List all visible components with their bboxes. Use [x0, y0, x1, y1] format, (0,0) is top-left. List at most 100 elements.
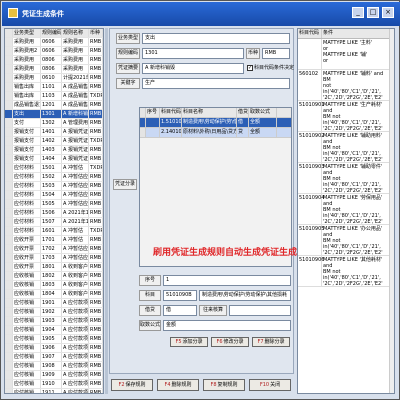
col-condition[interactable]: 条件 — [322, 29, 390, 38]
account-code-field[interactable]: 5101090B — [163, 290, 197, 301]
rule-list-row[interactable]: 应付材料1507A 2021年11月RMB — [5, 218, 103, 227]
rule-list-row[interactable]: 采购费用2 0606 采购费用 RMB — [5, 47, 103, 56]
rule-list-row[interactable]: 应收开票 1701 A 冲暂估 RMB — [5, 236, 103, 245]
rule-list-row[interactable]: 应付核销1902A 应付款项冲销RMB — [5, 308, 103, 317]
formula-field[interactable]: 金额 — [163, 320, 291, 331]
rule-list-row[interactable]: 应付核销1903A 应付款项冲销RMB — [5, 317, 103, 326]
rule-list-row[interactable]: 应付核销1908A 应付款项冲销RMB — [5, 362, 103, 371]
rule-list-row[interactable]: 应收开票1801A 收到客户回款RMB — [5, 263, 103, 272]
seq-label: 序号 — [139, 275, 161, 286]
rule-code-field[interactable]: 1301 — [142, 48, 244, 59]
seq-field[interactable]: 1 — [163, 275, 291, 286]
rule-code-label: 规则编码 — [116, 48, 140, 59]
rule-list-row[interactable]: 应付材料1503A 冲暂估应付款RMB — [5, 182, 103, 191]
rule-list-row[interactable]: 成品销售退货1201A 成品销售退货RMB — [5, 101, 103, 110]
col-formula[interactable]: 取数公式 — [249, 108, 277, 117]
maximize-button[interactable]: □ — [367, 7, 379, 18]
entry-row[interactable]: 2.14010010 原材料\外购\日用品\贷方 贷 全额 — [140, 128, 291, 138]
checkbox-check-icon: ✓ — [247, 64, 253, 71]
rule-list-row[interactable]: 应付材料 1501 A 冲暂估 TXDR — [5, 164, 103, 173]
condition-row[interactable]: 51010903 MATTYPE LIKE '辅助零件' and BM not i… — [298, 163, 394, 194]
copy-rule-button[interactable]: F8复制规则 — [203, 379, 245, 391]
condition-row[interactable]: 51010906 MATTYPE LIKE '其他耗材' and BM not i… — [298, 256, 394, 287]
add-entry-button[interactable]: F5添加分录 — [170, 337, 208, 347]
rule-list-row[interactable]: 应付核销1906A 应付款项冲销RMB — [5, 344, 103, 353]
col-rule-name[interactable]: 规则名称 — [62, 29, 89, 37]
rule-list-row[interactable]: 应付材料1504A 冲暂估应付款RMB — [5, 191, 103, 200]
rule-list-row[interactable]: 报销支付 1404 A 报销凭证 RMB — [5, 155, 103, 164]
rule-list-row[interactable]: 应付核销1907A 应付款项冲销RMB — [5, 353, 103, 362]
col-condition-code[interactable]: 科目代码 — [298, 29, 322, 38]
close-button[interactable]: × — [382, 7, 394, 18]
rule-list-row[interactable]: 应付材料1505A 冲暂估应付款RMB — [5, 200, 103, 209]
rule-list-row[interactable]: 应收开票1703A 冲暂估应收RMB — [5, 254, 103, 263]
account-condition-checkbox[interactable]: ✓ 科目代码条件决定 — [247, 64, 294, 73]
condition-scrollbar[interactable] — [389, 29, 394, 393]
condition-row[interactable]: 560102 MATTYPE LIKE '辅料' and BM not in('4… — [298, 70, 394, 101]
keyword-label: 关键字 — [116, 78, 140, 89]
rule-list-row[interactable]: 应付材料1502A 冲暂估应付款RMB — [5, 173, 103, 182]
rule-list-row[interactable]: 应付核销1910A 应付款项冲销RMB — [5, 380, 103, 389]
condition-table[interactable]: 科目代码 条件 MATTYPE LIKE '主料' or MATTYPE LIK… — [297, 28, 395, 394]
keyword-field[interactable]: 生产 — [142, 78, 290, 89]
debit-credit-field[interactable]: 借 — [163, 305, 197, 316]
close-dialog-button[interactable]: F10关闭 — [249, 379, 291, 391]
col-debit-credit[interactable]: 借贷 — [237, 108, 249, 117]
rule-list-row[interactable]: 销售出库1101A 成品销售出库RMB — [5, 83, 103, 92]
rule-list-row[interactable]: 应付核销1911A 应付款项冲销RMB — [5, 389, 103, 393]
condition-row[interactable]: 51010901 MATTYPE LIKE '生产耗材' and BM not i… — [298, 101, 394, 132]
rule-list-row[interactable]: 应收开票1702A 冲暂估应收RMB — [5, 245, 103, 254]
bottom-toolbar: F2保存规则 F4删除规则 F8复制规则 F10关闭 — [109, 375, 294, 394]
col-account-name[interactable]: 科目名称 — [182, 108, 237, 117]
entries-grid[interactable]: 序号 科目代码 科目名称 借贷 取数公式 1.5101090B 制造费用\劳动保… — [139, 107, 292, 267]
rule-list-row[interactable]: 采购费用 0606 采购费用 RMB — [5, 38, 103, 47]
save-rule-button[interactable]: F2保存规则 — [111, 379, 153, 391]
condition-row[interactable]: 51010902 MATTYPE LIKE '辅助用料' and BM not i… — [298, 132, 394, 163]
rule-list-row[interactable]: 应付材料1506A 2021年11月RMB — [5, 209, 103, 218]
rule-list-row[interactable]: 销售出库1103A 成品销售出库TXDR — [5, 92, 103, 101]
minimize-button[interactable]: _ — [352, 7, 364, 18]
rule-list-row[interactable]: 应收核销1804A 收到客户回款RMB — [5, 290, 103, 299]
rule-list-row[interactable]: 应付材料 1601 A 冲暂估 TXDR — [5, 227, 103, 236]
rule-list-row[interactable]: 支付1302A 管理费用-科目RMB — [5, 119, 103, 128]
rule-list-row[interactable]: 应付核销1905A 应付款项冲销RMB — [5, 335, 103, 344]
rule-list-table[interactable]: 业务类型 规则编码 规则名称 币种 采购费用 0606 采购费用 RMB 采购费用2 06… — [4, 28, 104, 394]
delete-rule-button[interactable]: F4删除规则 — [157, 379, 199, 391]
main-window: 凭证生成条件 _ □ × 业务类型 规则编码 规则名称 币种 采购费用 0606 采… — [0, 0, 400, 400]
rule-editor-panel: 业务类型 支出 规则编码 1301 币种 RMB 凭证摘要 A 新增科销毁 ✓ 科… — [109, 28, 336, 374]
rule-list-row[interactable]: 应付核销1904A 应付款项冲销RMB — [5, 326, 103, 335]
voucher-summary-field[interactable]: A 新增科销毁 — [142, 63, 244, 74]
business-type-field[interactable]: 支出 — [142, 33, 290, 44]
aux-accounting-field[interactable] — [229, 305, 291, 316]
rule-list-row[interactable]: 报销支付 1402 A 报销凭证 TXDR — [5, 137, 103, 146]
edit-entry-button[interactable]: F6修改分录 — [211, 337, 249, 347]
rule-list-row[interactable]: 报销支付 1403 A 报销凭证 RMB — [5, 146, 103, 155]
condition-row[interactable]: MATTYPE LIKE '主料' or MATTYPE LIKE '辅' or — [298, 39, 394, 70]
account-name-field[interactable]: 制造费用\劳动保护\劳动保护\其他损耗 — [199, 290, 291, 301]
entry-row[interactable]: 1.5101090B 制造费用\劳动保护\劳\借方 借 全额 — [140, 118, 291, 128]
rule-list-row[interactable]: 应收核销1802A 收到客户回款RMB — [5, 272, 103, 281]
delete-entry-button[interactable]: F7删除分录 — [252, 337, 290, 347]
entries-header: 序号 科目代码 科目名称 借贷 取数公式 — [140, 108, 291, 118]
annotation-text: 刷用凭证生成规则自动生成凭证生成系统 — [153, 248, 316, 258]
splitter-handle[interactable] — [105, 28, 108, 394]
col-seq[interactable]: 序号 — [146, 108, 160, 117]
rule-list-row[interactable]: 应收核销1803A 收到客户回款RMB — [5, 281, 103, 290]
rule-list-row[interactable]: 应付核销1901A 应付款项冲销RMB — [5, 299, 103, 308]
condition-row[interactable]: 51010905 MATTYPE LIKE '办公用品' and BM not i… — [298, 225, 394, 256]
rule-list-row[interactable]: 支出1301A 新增科销毁RMB — [5, 110, 103, 119]
col-account-code[interactable]: 科目代码 — [160, 108, 182, 117]
rule-list-row[interactable]: 采购费用 0806 采购费用 RMB — [5, 65, 103, 74]
condition-header: 科目代码 条件 — [298, 29, 394, 39]
col-rule-code[interactable]: 规则编码 — [41, 29, 62, 37]
rule-list-row[interactable]: 采购费用0610计提2021年11月RMB — [5, 74, 103, 83]
condition-row[interactable]: 51010904 MATTYPE LIKE '劳保用品' and BM not i… — [298, 194, 394, 225]
rule-list-row[interactable]: 报销支付 1401 A 报销凭证 RMB — [5, 128, 103, 137]
currency-label: 币种 — [246, 48, 260, 59]
voucher-split-label: 凭证分录 — [113, 179, 137, 190]
col-business-type[interactable]: 业务类型 — [13, 29, 41, 37]
rule-list-row[interactable]: 采购费用 0806 采购费用 RMB — [5, 56, 103, 65]
rule-list-row[interactable]: 应付核销1909A 应付款项冲销RMB — [5, 371, 103, 380]
col-currency[interactable]: 币种 — [89, 29, 103, 37]
currency-field[interactable]: RMB — [262, 48, 290, 59]
